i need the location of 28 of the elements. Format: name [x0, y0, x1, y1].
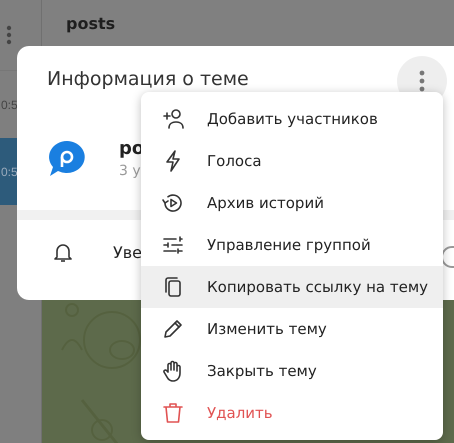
menu-item-label: Закрыть тему [207, 362, 317, 380]
menu-item[interactable]: Изменить тему [141, 308, 443, 350]
menu-item-label: Управление группой [207, 236, 371, 254]
menu-item-label: Копировать ссылку на тему [207, 278, 428, 296]
play-circle-icon [161, 191, 185, 215]
menu-item[interactable]: Копировать ссылку на тему [141, 266, 443, 308]
menu-item[interactable]: Архив историй [141, 182, 443, 224]
menu-item-label: Изменить тему [207, 320, 327, 338]
trash-icon [161, 401, 185, 425]
add-user-icon [161, 107, 185, 131]
notifications-label: Уве [113, 242, 142, 262]
menu-item-label: Архив историй [207, 194, 324, 212]
menu-item[interactable]: Закрыть тему [141, 350, 443, 392]
member-count: 3 у [119, 163, 142, 179]
more-icon [419, 70, 425, 92]
menu-item[interactable]: Голоса [141, 140, 443, 182]
chat-title: posts [66, 14, 116, 33]
topic-avatar [47, 138, 87, 178]
menu-item-label: Удалить [207, 404, 273, 422]
menu-item-label: Добавить участников [207, 110, 378, 128]
menu-item[interactable]: Добавить участников [141, 98, 443, 140]
menu-item-label: Голоса [207, 152, 262, 170]
menu-item[interactable]: Управление группой [141, 224, 443, 266]
more-icon[interactable] [6, 25, 12, 45]
menu-item[interactable]: Удалить [141, 392, 443, 434]
message-time: 0:5 [1, 164, 18, 178]
message-time: 0:5 [1, 98, 18, 112]
dialog-title: Информация о теме [47, 68, 249, 90]
